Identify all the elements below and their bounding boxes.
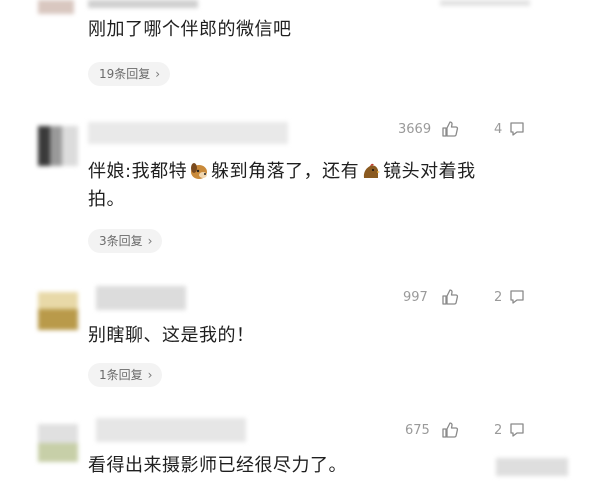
thumbs-up-icon[interactable] bbox=[441, 120, 459, 138]
username-4-redacted bbox=[96, 418, 246, 442]
chevron-right-icon: › bbox=[147, 234, 153, 248]
comment-2-text: 伴娘:我都特 躲到角落了，还有 镜头对着我 拍。 bbox=[88, 158, 558, 214]
comment-2-text-line2: 拍。 bbox=[88, 189, 125, 210]
avatar-2[interactable] bbox=[38, 126, 78, 166]
chevron-right-icon: › bbox=[147, 368, 153, 382]
watermark-redacted bbox=[496, 458, 568, 476]
username-3-redacted bbox=[96, 286, 186, 310]
actions-1-redacted bbox=[440, 0, 530, 6]
reply-count-label: 1条回复 bbox=[99, 368, 143, 382]
comment-4-text: 看得出来摄影师已经很尽力了。 bbox=[88, 455, 347, 476]
comment-bubble-icon[interactable] bbox=[508, 120, 526, 138]
thumbs-up-icon[interactable] bbox=[441, 421, 459, 439]
comment-1-text: 刚加了哪个伴郎的微信吧 bbox=[88, 19, 292, 40]
comment-bubble-icon[interactable] bbox=[508, 288, 526, 306]
reply-count: 2 bbox=[494, 423, 503, 438]
comment-2-replies-button[interactable]: 3条回复 › bbox=[88, 229, 163, 253]
comment-2-text-part1: 伴娘:我都特 bbox=[88, 161, 188, 182]
username-2-redacted bbox=[88, 122, 288, 144]
comment-3-text: 别瞎聊、这是我的！ bbox=[88, 325, 255, 346]
dog-face-emoji bbox=[191, 163, 208, 179]
comment-1-replies-button[interactable]: 19条回复 › bbox=[88, 62, 171, 86]
username-1-redacted bbox=[88, 0, 198, 8]
thumbs-up-icon[interactable] bbox=[441, 288, 459, 306]
reply-count: 2 bbox=[494, 290, 503, 305]
reply-count-label: 19条回复 bbox=[99, 67, 151, 81]
reply-count: 4 bbox=[494, 122, 503, 137]
comment-2-text-part3: 镜头对着我 bbox=[383, 161, 476, 182]
chicken-emoji bbox=[363, 163, 381, 178]
avatar-3[interactable] bbox=[38, 292, 78, 330]
comment-3-replies-button[interactable]: 1条回复 › bbox=[88, 363, 163, 387]
avatar-1[interactable] bbox=[38, 0, 74, 14]
avatar-4[interactable] bbox=[38, 424, 78, 462]
comment-2-text-part2: 躲到角落了，还有 bbox=[211, 161, 360, 182]
like-count: 997 bbox=[403, 290, 428, 305]
reply-count-label: 3条回复 bbox=[99, 234, 143, 248]
chevron-right-icon: › bbox=[155, 67, 161, 81]
like-count: 3669 bbox=[398, 122, 432, 137]
comment-bubble-icon[interactable] bbox=[508, 421, 526, 439]
like-count: 675 bbox=[405, 423, 430, 438]
